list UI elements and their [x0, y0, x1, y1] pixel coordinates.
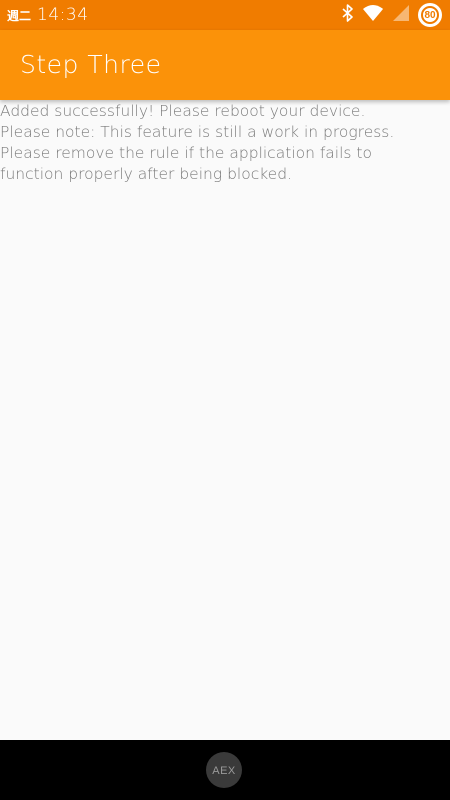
- home-button[interactable]: AEX: [206, 752, 242, 788]
- aex-logo-icon: AEX: [212, 765, 236, 777]
- navigation-bar: AEX: [0, 740, 450, 800]
- battery-icon: 80: [418, 3, 442, 27]
- battery-level: 80: [421, 6, 439, 24]
- app-bar: Step Three: [0, 30, 450, 100]
- message-line: Please note: This feature is still a wor…: [0, 123, 395, 141]
- aex-logo-text: AEX: [212, 765, 236, 777]
- status-clock: 14:34: [37, 5, 89, 25]
- status-weekday: 週二: [7, 8, 32, 23]
- cell-signal-icon: [392, 4, 410, 26]
- status-right: 80: [342, 0, 442, 30]
- message-line: Please remove the rule if the applicatio…: [0, 144, 372, 162]
- bluetooth-icon: [342, 4, 354, 26]
- message-line: function properly after being blocked.: [0, 165, 292, 183]
- wifi-icon: [362, 4, 384, 26]
- message-body: Added successfully! Please reboot your d…: [0, 101, 450, 185]
- status-bar: 週二 14:34 80: [0, 0, 450, 30]
- page-title: Step Three: [20, 50, 162, 79]
- message-line: Added successfully! Please reboot your d…: [0, 102, 366, 120]
- status-left: 週二 14:34: [7, 0, 89, 30]
